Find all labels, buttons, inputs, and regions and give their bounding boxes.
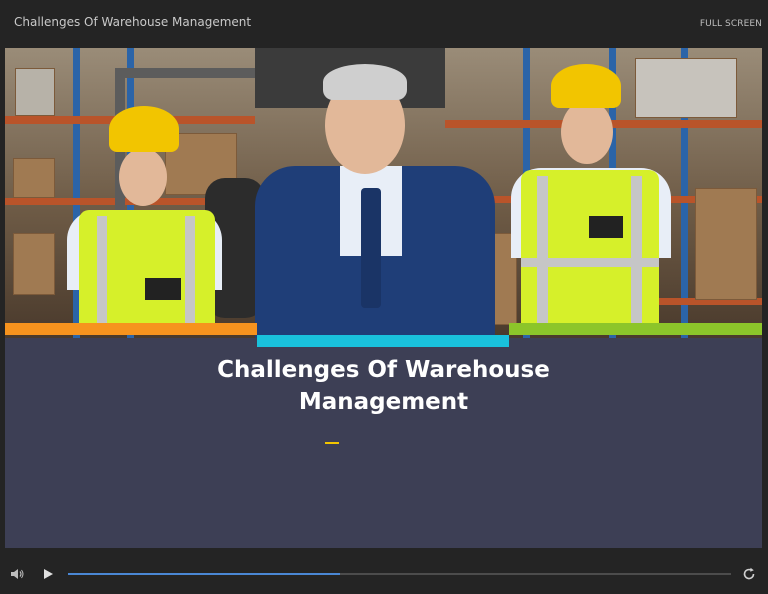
warehouse-photo <box>5 48 762 338</box>
player-header: Challenges Of Warehouse Management FULL … <box>0 0 768 46</box>
play-icon[interactable] <box>41 567 55 581</box>
volume-icon[interactable] <box>10 567 24 581</box>
accent-bar-left <box>5 323 257 335</box>
course-title: Challenges Of Warehouse Management <box>14 15 252 29</box>
slide-title: Challenges Of Warehouse Management <box>5 354 762 418</box>
replay-icon[interactable] <box>741 566 757 582</box>
slide-stage: Challenges Of Warehouse Management <box>5 48 762 548</box>
title-underline-accent <box>325 442 339 444</box>
progress-track[interactable] <box>68 573 731 575</box>
progress-fill <box>68 573 340 575</box>
slide-title-line-2: Management <box>298 389 469 415</box>
player-controls <box>0 560 768 590</box>
slide-title-line-1: Challenges Of Warehouse <box>217 357 550 383</box>
fullscreen-button[interactable]: FULL SCREEN <box>700 19 762 29</box>
accent-bar-right <box>509 323 762 335</box>
accent-bar-center <box>257 335 509 347</box>
